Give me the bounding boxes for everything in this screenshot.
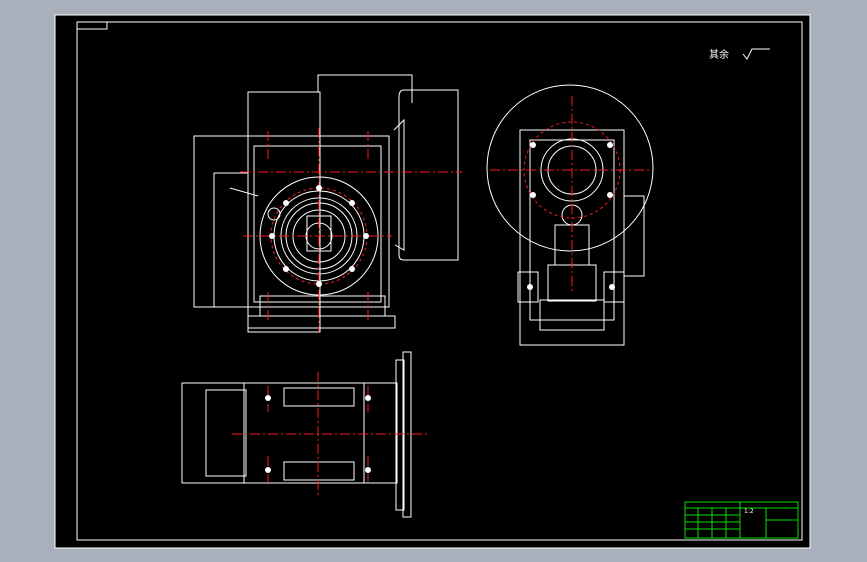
cad-drawing-sheet: 其余 1:2	[54, 14, 811, 549]
surface-note: 其余	[709, 48, 729, 61]
sheet-border	[54, 14, 811, 549]
scale-label: 1:2	[744, 508, 754, 515]
